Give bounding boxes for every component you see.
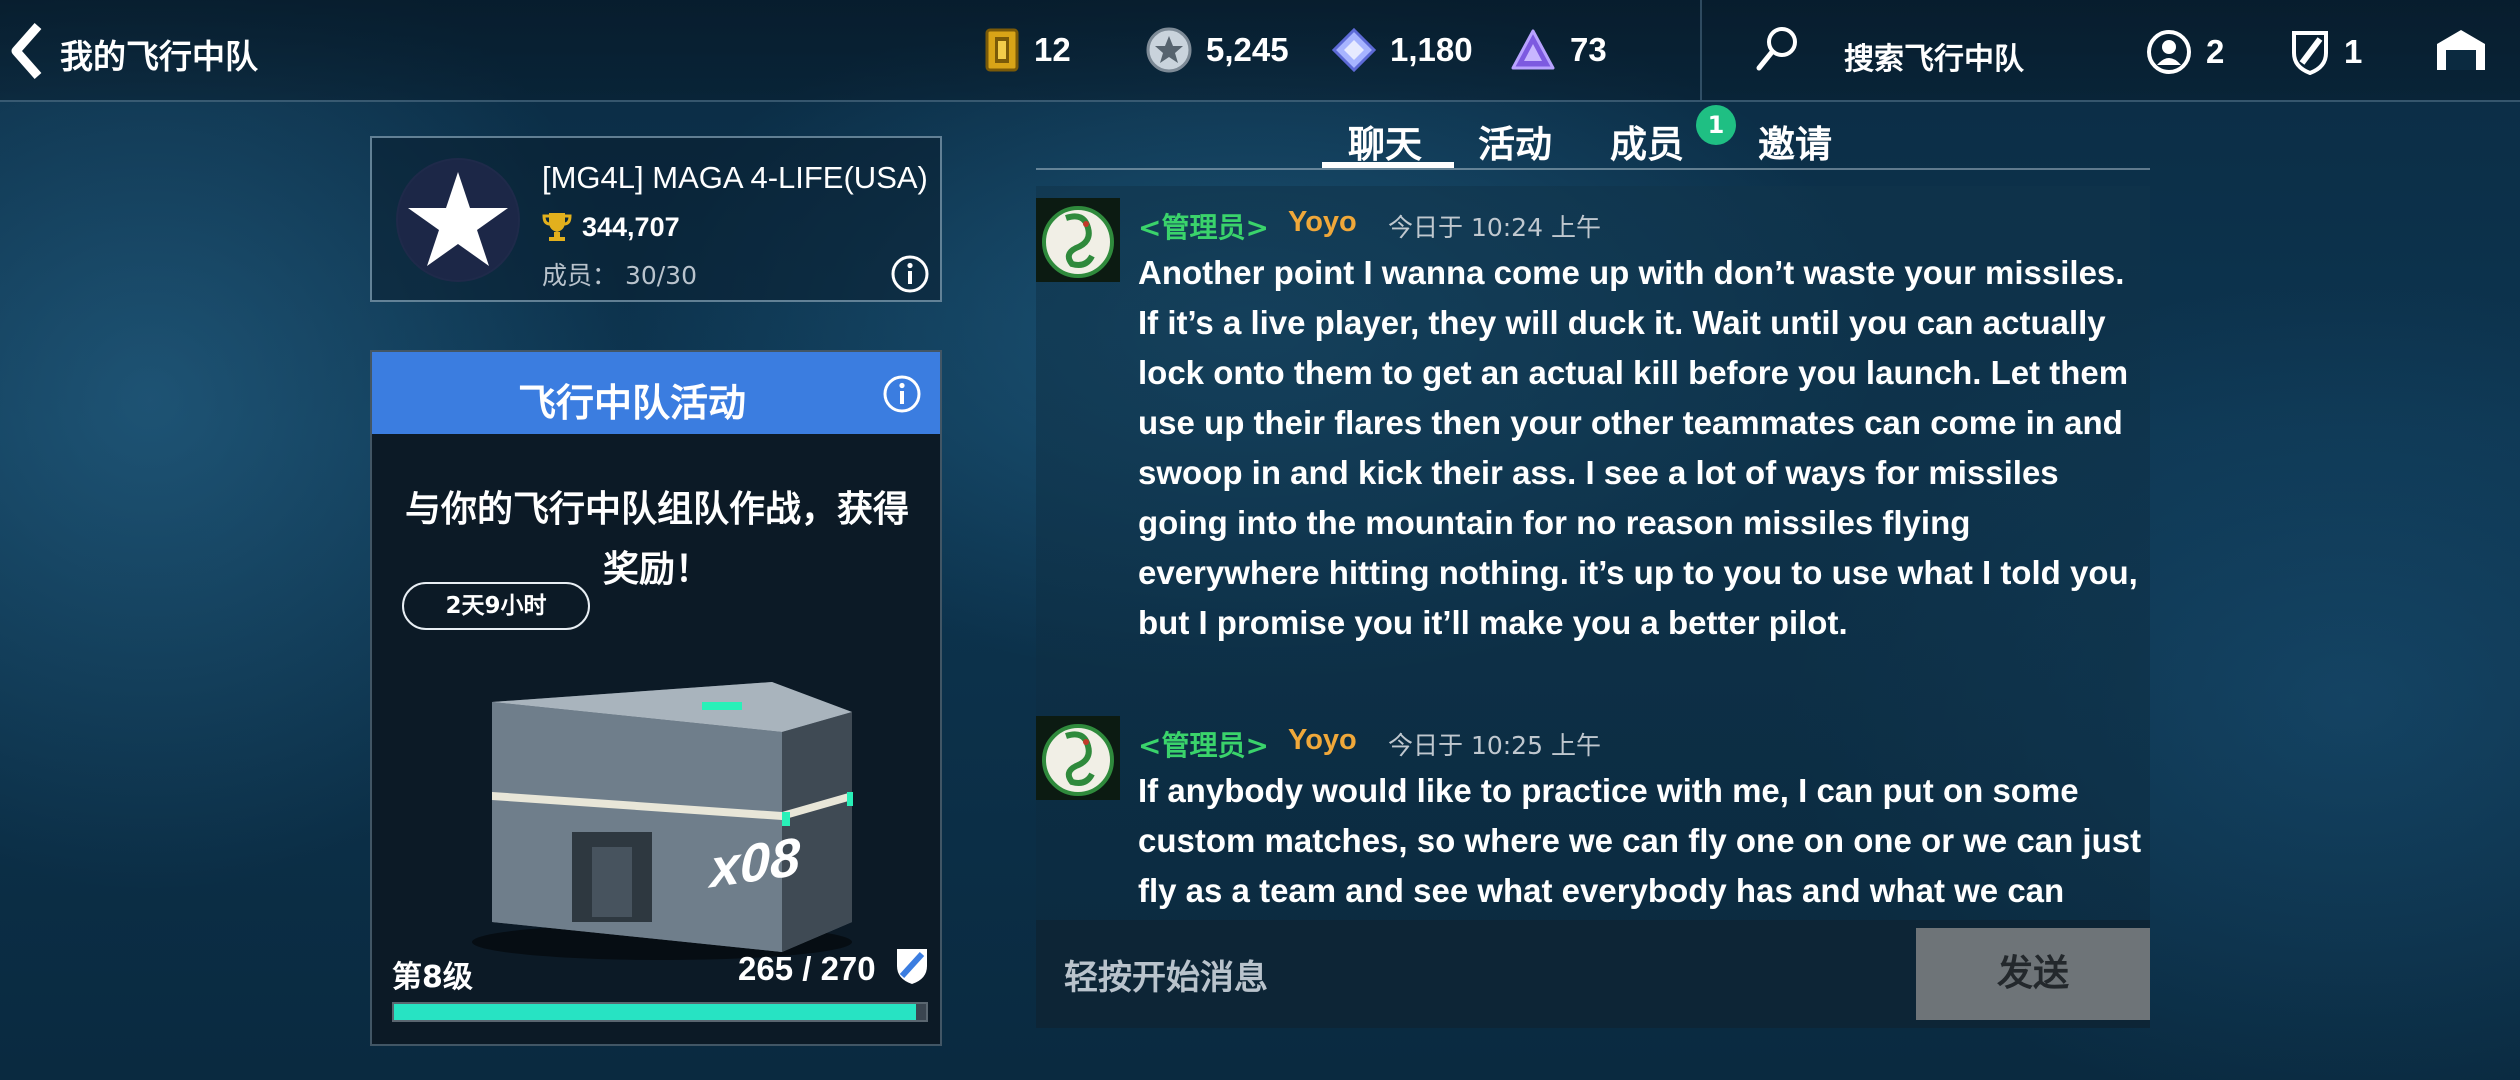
purple-triangle-token-icon: [1511, 29, 1555, 70]
avatar[interactable]: [1036, 716, 1120, 800]
silver-coin-count: 5,245: [1206, 31, 1289, 68]
token-currency[interactable]: 73: [1510, 24, 1607, 76]
search-squadron-label[interactable]: 搜索飞行中队: [1844, 34, 2024, 78]
hangar-icon: [2437, 30, 2485, 70]
ticket-currency[interactable]: 12: [984, 24, 1071, 76]
activity-progress-fill: [394, 1004, 917, 1020]
friends-count: 2: [2206, 33, 2225, 70]
message-text: Another point I wanna come up with don’t…: [1138, 254, 2138, 641]
squadron-info-button[interactable]: [890, 254, 930, 298]
search-icon: [1756, 27, 1797, 71]
message-composer: 轻按开始消息 发送: [1036, 920, 2150, 1028]
activity-level: 第8级: [392, 960, 473, 995]
dragon-emblem-icon: [1036, 716, 1120, 800]
silver-star-coin-icon: [1146, 27, 1192, 73]
user-icon: [2147, 30, 2191, 74]
active-tab-indicator: [1322, 162, 1454, 168]
message-timestamp: 今日于 10:25 上午: [1388, 731, 1601, 760]
top-bar: 我的飞行中队 12 5,245 1,180 73 搜索飞行中队 2 1: [0, 0, 2520, 102]
send-button[interactable]: 发送: [1916, 928, 2150, 1020]
crate-multiplier: x08: [710, 826, 801, 900]
activity-info-button[interactable]: [882, 374, 922, 418]
chat-messages[interactable]: <管理员> Yoyo 今日于 10:24 上午 Another point I …: [1036, 186, 2150, 920]
squadron-counter[interactable]: 1: [2290, 28, 2362, 76]
ticket-icon: [985, 28, 1019, 72]
diamond-gem-icon: [1332, 28, 1376, 72]
shield-icon: [2292, 31, 2328, 75]
info-icon: [891, 255, 929, 293]
message-text: If anybody would like to practice with m…: [1138, 772, 2142, 909]
activity-header: 飞行中队活动: [372, 352, 940, 434]
chevron-left-icon: [11, 23, 42, 79]
message-role: <管理员>: [1138, 729, 1269, 762]
message-role: <管理员>: [1138, 211, 1269, 244]
ticket-count: 12: [1034, 31, 1071, 68]
rank-shield-icon: [894, 946, 930, 990]
tab-invite[interactable]: 邀请: [1758, 114, 1832, 168]
message-timestamp: 今日于 10:24 上午: [1388, 213, 1601, 242]
squadron-activity-card: 飞行中队活动 与你的飞行中队组队作战，获得奖励！ 2天9小时 x08 第8级 2…: [370, 350, 942, 1046]
members-notification-badge: 1: [1696, 105, 1736, 145]
crate-icon: [472, 682, 853, 960]
page-title: 我的飞行中队: [60, 37, 258, 76]
message-input[interactable]: 轻按开始消息: [1064, 950, 1268, 999]
squadron-info-card[interactable]: [MG4L] MAGA 4-LIFE(USA) 344,707 成员： 30/3…: [370, 136, 942, 302]
squadron-emblem: [396, 158, 520, 282]
dragon-emblem-icon: [1036, 198, 1120, 282]
reward-crate-image[interactable]: [452, 672, 872, 966]
message-username[interactable]: Yoyo: [1288, 206, 1357, 239]
activity-progress-bar: [392, 1002, 928, 1022]
search-button[interactable]: [1754, 24, 1800, 78]
silver-coin-currency[interactable]: 5,245: [1146, 24, 1289, 76]
squadron-count: 1: [2344, 33, 2363, 70]
activity-title: 飞行中队活动: [517, 381, 746, 425]
activity-progress-text: 265 / 270: [738, 950, 876, 987]
squadron-score: 344,707: [582, 212, 680, 242]
token-count: 73: [1570, 31, 1607, 68]
message-username[interactable]: Yoyo: [1288, 724, 1357, 757]
top-bar-separator: [1700, 0, 1702, 100]
trophy-icon: [542, 210, 572, 246]
squadron-member-count: 成员： 30/30: [542, 261, 697, 290]
star-icon: [398, 160, 518, 280]
tab-chat[interactable]: 聊天: [1348, 114, 1422, 168]
tab-members[interactable]: 成员: [1610, 114, 1684, 168]
friends-counter[interactable]: 2: [2146, 28, 2224, 76]
avatar[interactable]: [1036, 198, 1120, 282]
chat-tabs: 聊天 活动 成员 1 邀请: [1036, 100, 2150, 170]
back-button[interactable]: [6, 22, 48, 80]
gem-count: 1,180: [1390, 31, 1473, 68]
info-icon: [883, 375, 921, 413]
activity-timer: 2天9小时: [402, 582, 590, 630]
hangar-button[interactable]: [2434, 26, 2488, 76]
gem-currency[interactable]: 1,180: [1332, 24, 1473, 76]
tabs-divider: [1036, 168, 2150, 170]
squadron-name: [MG4L] MAGA 4-LIFE(USA): [542, 160, 928, 195]
tab-activity[interactable]: 活动: [1478, 114, 1552, 168]
